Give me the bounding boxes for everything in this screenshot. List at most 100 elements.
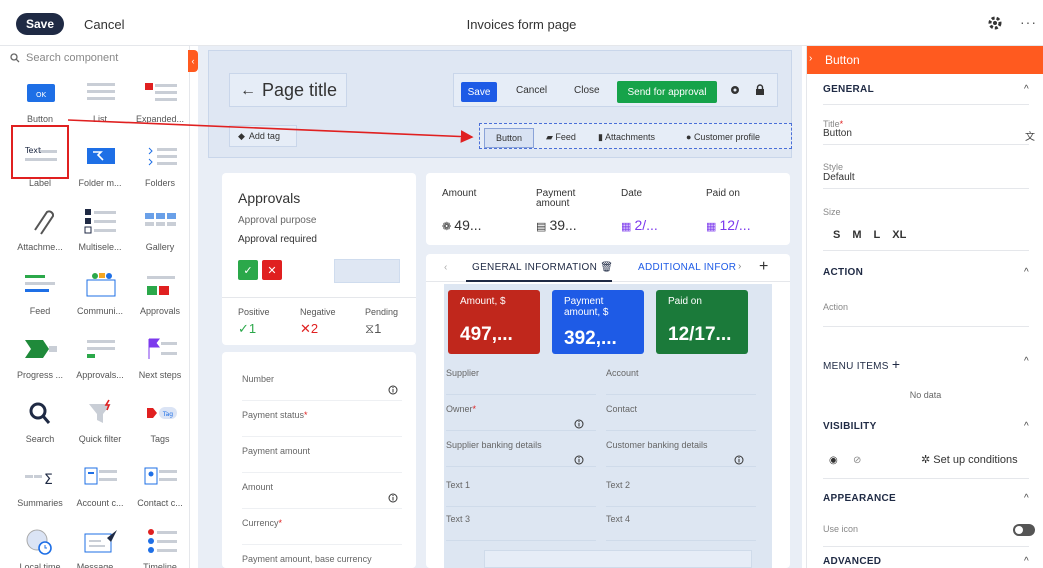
general-information-body: Amount, $ 497,... Payment amount, $ 392,...… (444, 284, 772, 568)
send-for-approval-button[interactable]: Send for approval (617, 81, 717, 103)
component-local-time[interactable]: Local time (10, 522, 70, 568)
section-advanced[interactable]: ADVANCED (823, 556, 881, 567)
component-timeline[interactable]: Timeline (130, 522, 189, 568)
component-message[interactable]: Message ... (70, 522, 130, 568)
info-icon[interactable] (574, 454, 584, 465)
size-option-m[interactable]: M (852, 229, 861, 241)
tab-additional-information[interactable]: ADDITIONAL INFOR (638, 262, 736, 273)
collapse-right-panel-icon[interactable]: › (809, 53, 812, 64)
component-account-c[interactable]: Account c... (70, 458, 130, 520)
summary-label: Paid on (706, 188, 740, 199)
kpi-tile[interactable]: Payment amount, $ 392,... (552, 290, 644, 354)
style-select[interactable]: Default (823, 172, 855, 183)
size-option-xl[interactable]: XL (892, 229, 906, 241)
toolbar-close-button[interactable]: Close (574, 85, 600, 96)
chevron-up-icon[interactable]: ^ (1024, 356, 1029, 367)
info-icon[interactable] (388, 492, 398, 503)
size-option-s[interactable]: S (833, 229, 840, 241)
required-marker: * (472, 404, 477, 414)
field-label-text: Currency (242, 518, 279, 528)
size-selector: S M L XL (833, 229, 906, 241)
trash-icon[interactable]: 🗑 (600, 262, 613, 273)
action-field[interactable]: Action (823, 302, 848, 312)
dropped-button[interactable]: Button (484, 128, 534, 148)
info-icon[interactable] (388, 384, 398, 395)
field-label-text: Number (242, 374, 275, 384)
eye-icon[interactable]: ◉ (829, 455, 838, 466)
section-action[interactable]: ACTION (823, 267, 863, 278)
save-button[interactable]: Save (16, 13, 64, 35)
component-quick-filter[interactable]: Quick filter (70, 394, 130, 456)
set-up-conditions-button[interactable]: ✲ Set up conditions (921, 453, 1018, 466)
section-visibility[interactable]: VISIBILITY (823, 421, 877, 432)
toolbar-save-button[interactable]: Save (461, 82, 497, 102)
collapse-left-panel-icon[interactable]: ‹ (188, 50, 198, 72)
component-summaries[interactable]: Σ Summaries (10, 458, 70, 520)
add-menu-item-icon[interactable]: + (892, 356, 900, 372)
title-field[interactable]: Button (823, 128, 852, 139)
add-tag-button[interactable]: ◆ Add tag (229, 125, 297, 147)
cancel-button[interactable]: Cancel (84, 17, 124, 32)
chevron-up-icon[interactable]: ^ (1024, 493, 1029, 504)
kpi-tile[interactable]: Amount, $ 497,... (448, 290, 540, 354)
settings-gear-icon[interactable] (986, 14, 1004, 32)
component-contact-c[interactable]: Contact c... (130, 458, 189, 520)
back-arrow-icon[interactable]: ← (240, 82, 256, 100)
component-multisele[interactable]: Multisele... (70, 202, 130, 264)
page-title-block[interactable]: ← Page title (229, 73, 347, 107)
component-next-steps[interactable]: Next steps (130, 330, 189, 392)
tab-general-information[interactable]: GENERAL INFORMATION 🗑 (472, 262, 613, 273)
lock-icon[interactable] (754, 84, 766, 96)
approve-button[interactable]: ✓ (238, 260, 258, 280)
section-menu-items[interactable]: MENU ITEMS + (823, 356, 900, 372)
approval-input[interactable] (334, 259, 400, 283)
reject-button[interactable]: ✕ (262, 260, 282, 280)
general-field-input[interactable] (484, 550, 752, 568)
gear-icon[interactable] (729, 84, 741, 96)
tab-scroll-right-icon[interactable]: › (738, 261, 741, 272)
chevron-up-icon[interactable]: ^ (1024, 556, 1029, 567)
component-communi[interactable]: Communi... (70, 266, 130, 328)
component-folders[interactable]: Folders (130, 138, 189, 200)
general-field-label: Text 1 (446, 480, 470, 490)
translate-icon[interactable]: 文 (1025, 128, 1035, 143)
component-palette: Search component OK Button List Expanded...… (0, 46, 190, 568)
tab-scroll-left-icon[interactable]: ‹ (444, 262, 447, 273)
general-field-label-text: Text 4 (606, 514, 631, 524)
component-gallery[interactable]: Gallery (130, 202, 189, 264)
kpi-tile[interactable]: Paid on 12/17... (656, 290, 748, 354)
info-icon[interactable] (574, 418, 584, 429)
size-option-l[interactable]: L (874, 229, 881, 241)
component-approvals[interactable]: Approvals... (70, 330, 130, 392)
component-expanded[interactable]: Expanded... (130, 74, 189, 136)
component-attachme[interactable]: Attachme... (10, 202, 70, 264)
page-title-text: Page title (262, 80, 338, 100)
section-general[interactable]: GENERAL (823, 84, 874, 95)
general-field-label-text: Text 2 (606, 480, 631, 490)
chevron-up-icon[interactable]: ^ (1024, 421, 1029, 432)
section-appearance[interactable]: APPEARANCE (823, 493, 896, 504)
toolbar-cancel-button[interactable]: Cancel (516, 85, 547, 96)
component-list[interactable]: List (70, 74, 130, 136)
approvals-title: Approvals (238, 190, 301, 206)
add-tab-icon[interactable]: + (759, 258, 768, 276)
search-component[interactable]: Search component (10, 52, 118, 64)
component-progress[interactable]: Progress ... (10, 330, 70, 392)
chevron-up-icon[interactable]: ^ (1024, 267, 1029, 278)
summary-value-text: 39... (549, 217, 577, 233)
component-tags[interactable]: Tag Tags (130, 394, 189, 456)
component-approvals[interactable]: Approvals (130, 266, 189, 328)
info-icon[interactable] (734, 454, 744, 465)
chevron-up-icon[interactable]: ^ (1024, 84, 1029, 95)
more-options-icon[interactable]: ··· (1020, 14, 1037, 30)
kpi-label: Paid on (668, 296, 702, 307)
attachments-tab[interactable]: ▮ Attachments (598, 132, 655, 143)
customer-profile-tab[interactable]: ● Customer profile (686, 132, 760, 142)
component-search[interactable]: Search (10, 394, 70, 456)
eye-off-icon[interactable]: ⊘ (853, 455, 861, 466)
component-label: Attachme... (17, 242, 63, 252)
component-folder-m[interactable]: Folder m... (70, 138, 130, 200)
use-icon-toggle[interactable] (1013, 524, 1035, 536)
feed-tab[interactable]: ▰ Feed (546, 132, 576, 143)
component-feed[interactable]: Feed (10, 266, 70, 328)
